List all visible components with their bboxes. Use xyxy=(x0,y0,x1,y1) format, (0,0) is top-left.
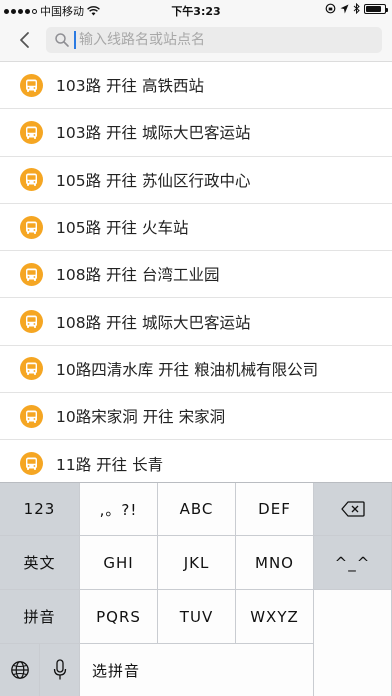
status-right xyxy=(325,3,388,14)
route-label: 103路 开往 城际大巴客运站 xyxy=(56,124,251,143)
bus-icon xyxy=(20,73,43,97)
keyboard: 123 ,。?! ABC DEF 英文 GHI JKL MNO ^_^ 拼音 P… xyxy=(0,482,392,696)
bus-icon xyxy=(20,357,43,381)
route-row[interactable]: 11路 开往 长青 xyxy=(0,440,392,482)
key-ghi[interactable]: GHI xyxy=(80,536,158,590)
route-row[interactable]: 105路 开往 苏仙区行政中心 xyxy=(0,157,392,204)
route-label: 108路 开往 城际大巴客运站 xyxy=(56,313,251,332)
bus-icon xyxy=(20,404,43,428)
route-row[interactable]: 108路 开往 台湾工业园 xyxy=(0,251,392,299)
search-field[interactable] xyxy=(46,27,382,53)
screen: 中国移动 下午3:23 输入线路名或站点名 103路 开往 高铁西站 103路 … xyxy=(0,0,392,696)
bluetooth-icon xyxy=(353,3,360,14)
key-pinyin[interactable]: 拼音 xyxy=(0,590,80,644)
battery-level xyxy=(366,5,382,12)
route-label: 105路 开往 苏仙区行政中心 xyxy=(56,171,251,190)
globe-key[interactable] xyxy=(0,644,40,696)
battery-icon xyxy=(364,3,388,14)
key-def[interactable]: DEF xyxy=(236,483,314,536)
key-return[interactable] xyxy=(314,590,392,696)
search-icon xyxy=(55,33,69,47)
bus-icon xyxy=(20,310,43,334)
route-list: 103路 开往 高铁西站 103路 开往 城际大巴客运站 105路 开往 苏仙区行政… xyxy=(0,62,392,482)
globe-icon xyxy=(10,661,29,679)
bus-icon xyxy=(20,262,43,286)
route-row[interactable]: 103路 开往 高铁西站 xyxy=(0,62,392,110)
route-label: 108路 开往 台湾工业园 xyxy=(56,266,220,285)
key-wxyz[interactable]: WXYZ xyxy=(236,590,314,644)
delete-key[interactable] xyxy=(314,483,392,536)
route-row[interactable]: 103路 开往 城际大巴客运站 xyxy=(0,109,392,157)
key-punctuation[interactable]: ,。?! xyxy=(80,483,158,536)
route-label: 10路四清水库 开往 粮油机械有限公司 xyxy=(56,360,319,379)
key-tuv[interactable]: TUV xyxy=(158,590,236,644)
orientation-lock-icon xyxy=(325,3,336,14)
route-row[interactable]: 10路宋家洞 开往 宋家洞 xyxy=(0,393,392,441)
key-jkl[interactable]: JKL xyxy=(158,536,236,590)
route-label: 105路 开往 火车站 xyxy=(56,219,189,238)
bus-icon xyxy=(20,168,43,192)
microphone-key[interactable] xyxy=(40,644,80,696)
key-mno[interactable]: MNO xyxy=(236,536,314,590)
bus-icon xyxy=(20,215,43,239)
route-label: 103路 开往 高铁西站 xyxy=(56,77,204,96)
route-label: 10路宋家洞 开往 宋家洞 xyxy=(56,408,226,427)
route-row[interactable]: 108路 开往 城际大巴客运站 xyxy=(0,298,392,346)
key-emoticon[interactable]: ^_^ xyxy=(314,536,392,590)
key-english[interactable]: 英文 xyxy=(0,536,80,590)
chevron-left-icon xyxy=(19,32,29,48)
microphone-icon xyxy=(53,659,66,680)
bus-icon xyxy=(20,120,43,144)
search-input[interactable] xyxy=(74,31,382,49)
key-pqrs[interactable]: PQRS xyxy=(80,590,158,644)
back-button[interactable] xyxy=(10,26,38,54)
bus-icon xyxy=(20,452,43,476)
key-123[interactable]: 123 xyxy=(0,483,80,536)
route-label: 11路 开往 长青 xyxy=(56,455,164,474)
search-bar xyxy=(0,20,392,62)
key-select-pinyin[interactable]: 选拼音 xyxy=(80,644,314,696)
location-arrow-icon xyxy=(340,4,349,13)
route-row[interactable]: 10路四清水库 开往 粮油机械有限公司 xyxy=(0,346,392,394)
route-row[interactable]: 105路 开往 火车站 xyxy=(0,204,392,252)
status-bar: 中国移动 下午3:23 xyxy=(0,0,392,20)
key-abc[interactable]: ABC xyxy=(158,483,236,536)
backspace-icon xyxy=(340,501,365,517)
